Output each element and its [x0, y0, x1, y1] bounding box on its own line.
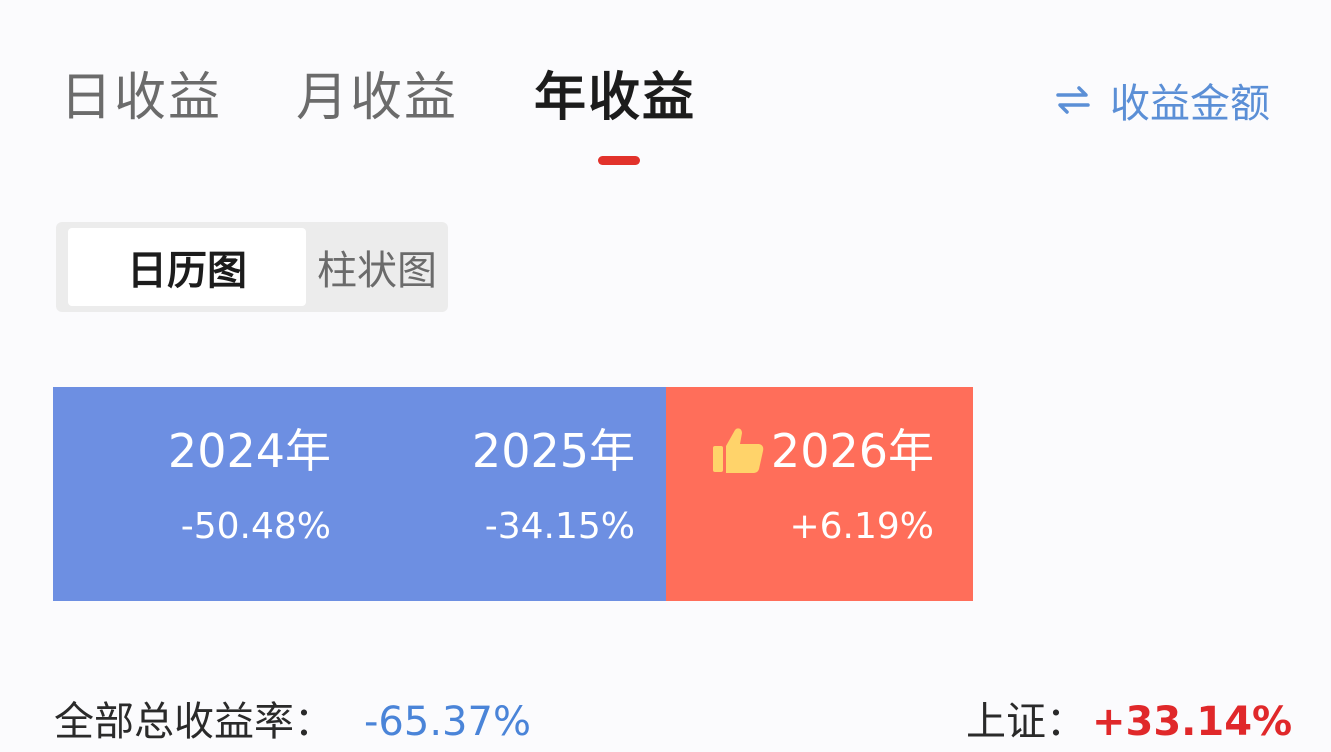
- active-tab-indicator: [598, 156, 640, 165]
- view-toggle: 日历图 柱状图: [56, 222, 448, 312]
- loss-years-block: 2024年 -50.48% 2025年 -34.15%: [53, 387, 666, 601]
- switch-to-amount-button[interactable]: 收益金额: [1054, 72, 1270, 128]
- tab-daily-returns[interactable]: 日收益: [60, 62, 222, 134]
- bar-chart-view-button[interactable]: 柱状图: [306, 228, 448, 306]
- tab-monthly-returns[interactable]: 月收益: [296, 62, 458, 134]
- total-return-label: 全部总收益率：: [54, 699, 334, 745]
- year-cell-2026[interactable]: 2026年 +6.19%: [634, 387, 934, 601]
- total-return-summary: 全部总收益率： -65.37%: [54, 692, 531, 752]
- total-return-value: -65.37%: [364, 699, 531, 745]
- year-label-with-badge: 2026年: [711, 423, 934, 479]
- calendar-view-button[interactable]: 日历图: [68, 228, 306, 306]
- gain-years-block: 2026年 +6.19%: [666, 387, 973, 601]
- year-cell-2025[interactable]: 2025年 -34.15%: [335, 387, 635, 601]
- index-label: 上证：: [966, 699, 1086, 745]
- year-return: -34.15%: [484, 506, 635, 547]
- swap-arrows-icon: [1056, 86, 1090, 114]
- year-label: 2026年: [770, 424, 934, 478]
- yearly-returns-page: 日收益 月收益 年收益 收益金额 日历图 柱状图 2024年 -50.48% 2…: [0, 0, 1331, 752]
- thumbs-up-icon: [712, 428, 764, 473]
- switch-label: 收益金额: [1110, 81, 1270, 127]
- yearly-calendar: 2024年 -50.48% 2025年 -34.15% 2026年 +6.19%: [53, 387, 973, 601]
- tab-yearly-returns[interactable]: 年收益: [534, 62, 696, 134]
- year-return: -50.48%: [180, 506, 331, 547]
- year-label: 2025年: [471, 424, 635, 478]
- year-return: +6.19%: [789, 506, 934, 547]
- index-summary: 上证： +33.14%: [966, 692, 1292, 752]
- index-value: +33.14%: [1092, 699, 1293, 745]
- year-cell-2024[interactable]: 2024年 -50.48%: [31, 387, 331, 601]
- year-label: 2024年: [167, 424, 331, 478]
